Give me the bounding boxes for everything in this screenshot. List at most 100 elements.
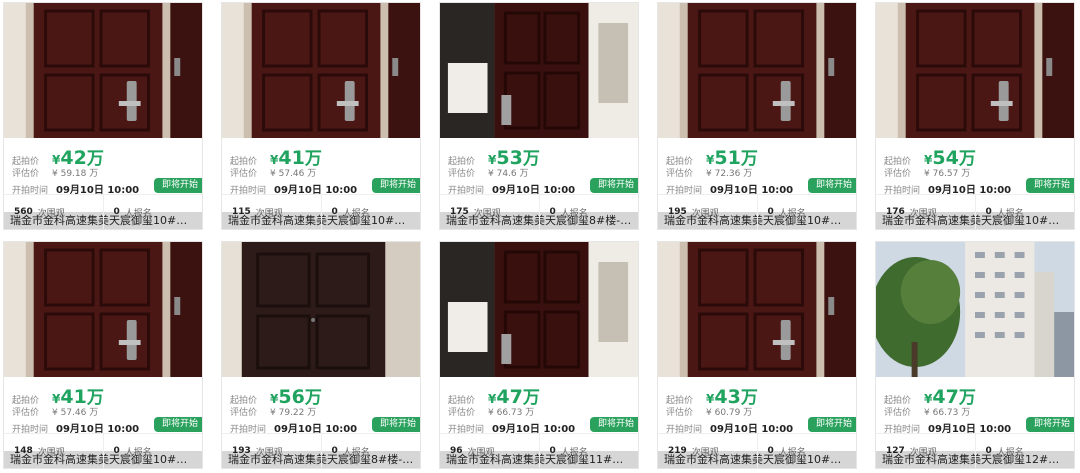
signups-label: 人报名 — [778, 447, 806, 458]
coming-soon-button[interactable]: 即将开始 — [153, 417, 202, 432]
signups-count: 0 — [113, 446, 120, 456]
currency-symbol: ¥ — [706, 392, 715, 406]
coming-soon-button[interactable]: 即将开始 — [807, 417, 856, 432]
currency-symbol: ¥ — [488, 153, 497, 167]
signups-stat: 0 人报名 — [102, 195, 203, 229]
start-price-row: 起拍价 ¥ 54 万 — [884, 144, 1066, 169]
coming-soon-button[interactable]: 即将开始 — [153, 178, 202, 193]
signups-count: 0 — [985, 207, 992, 217]
currency-symbol: ¥ — [52, 153, 61, 167]
views-count: 148 — [14, 446, 33, 456]
views-label: 次围观 — [255, 447, 283, 458]
signups-count: 0 — [549, 446, 556, 456]
signups-stat: 0 人报名 — [974, 195, 1075, 229]
listing-card[interactable]: 瑞金市金科高速集美天宸御玺8#楼-20… 起拍价 ¥ 53 万 评估价 ¥ 74… — [439, 2, 639, 230]
coming-soon-button[interactable]: 即将开始 — [1025, 417, 1074, 432]
signups-stat: 0 人报名 — [320, 195, 421, 229]
property-photo[interactable] — [4, 242, 202, 377]
start-price-row: 起拍价 ¥ 51 万 — [666, 144, 848, 169]
property-photo[interactable] — [222, 242, 420, 377]
coming-soon-button[interactable]: 即将开始 — [589, 417, 638, 432]
appraisal-value: ¥ 76.57 万 — [924, 169, 971, 179]
signups-label: 人报名 — [342, 208, 370, 219]
price-info: 起拍价 ¥ 53 万 评估价 ¥ 74.6 万 开拍时间 09月10日 10:0… — [440, 138, 638, 201]
currency-symbol: ¥ — [924, 153, 933, 167]
listing-card[interactable]: 瑞金市金科高速集美天宸御玺10#楼-2… 起拍价 ¥ 41 万 评估价 ¥ 57… — [3, 241, 203, 469]
coming-soon-button[interactable]: 即将开始 — [807, 178, 856, 193]
views-label: 次围观 — [909, 208, 937, 219]
listing-stats: 96 次围观 0 人报名 — [440, 433, 638, 468]
views-stat: 193 次围观 — [222, 434, 321, 468]
listing-card[interactable]: 瑞金市金科高速集美天宸御玺10#楼-2… 起拍价 ¥ 41 万 评估价 ¥ 57… — [221, 2, 421, 230]
views-label: 次围观 — [909, 447, 937, 458]
coming-soon-button[interactable]: 即将开始 — [1025, 178, 1074, 193]
coming-soon-button[interactable]: 即将开始 — [371, 417, 420, 432]
listing-stats: 193 次围观 0 人报名 — [222, 433, 420, 468]
listing-stats: 148 次围观 0 人报名 — [4, 433, 202, 468]
listing-card[interactable]: 瑞金市金科高速集美天宸御玺10#楼-2… 起拍价 ¥ 43 万 评估价 ¥ 60… — [657, 241, 857, 469]
start-price-row: 起拍价 ¥ 53 万 — [448, 144, 630, 169]
property-photo[interactable] — [440, 3, 638, 138]
property-photo[interactable] — [658, 3, 856, 138]
appraisal-label: 评估价 — [230, 169, 258, 179]
appraisal-value: ¥ 59.18 万 — [52, 169, 99, 179]
appraisal-value: ¥ 66.73 万 — [924, 408, 971, 418]
appraisal-label: 评估价 — [448, 169, 476, 179]
signups-stat: 0 人报名 — [320, 434, 421, 468]
property-photo[interactable] — [658, 242, 856, 377]
views-stat: 148 次围观 — [4, 434, 103, 468]
listing-stats: 560 次围观 0 人报名 — [4, 194, 202, 229]
listing-card[interactable]: 瑞金市金科高速集美天宸御玺11#楼-1… 起拍价 ¥ 47 万 评估价 ¥ 66… — [439, 241, 639, 469]
views-stat: 96 次围观 — [440, 434, 539, 468]
price-info: 起拍价 ¥ 42 万 评估价 ¥ 59.18 万 开拍时间 09月10日 10:… — [4, 138, 202, 201]
views-label: 次围观 — [473, 208, 501, 219]
listing-card[interactable]: 瑞金市金科高速集美天宸御玺10#楼-2… 起拍价 ¥ 54 万 评估价 ¥ 76… — [875, 2, 1075, 230]
signups-count: 0 — [331, 446, 338, 456]
views-stat: 115 次围观 — [222, 195, 321, 229]
signups-stat: 0 人报名 — [756, 434, 857, 468]
listing-card[interactable]: 瑞金市金科高速集美天宸御玺10#楼-2… 起拍价 ¥ 51 万 评估价 ¥ 72… — [657, 2, 857, 230]
appraisal-label: 评估价 — [230, 408, 258, 418]
signups-label: 人报名 — [996, 447, 1024, 458]
views-label: 次围观 — [467, 447, 495, 458]
appraisal-label: 评估价 — [448, 408, 476, 418]
currency-symbol: ¥ — [270, 392, 279, 406]
listing-card[interactable]: 瑞金市金科高速集美天宸御玺12#楼-1… 起拍价 ¥ 47 万 评估价 ¥ 66… — [875, 241, 1075, 469]
start-price-row: 起拍价 ¥ 56 万 — [230, 383, 412, 408]
views-count: 175 — [450, 207, 469, 217]
views-stat: 176 次围观 — [876, 195, 975, 229]
views-label: 次围观 — [37, 447, 65, 458]
start-price-row: 起拍价 ¥ 47 万 — [884, 383, 1066, 408]
coming-soon-button[interactable]: 即将开始 — [589, 178, 638, 193]
views-count: 127 — [886, 446, 905, 456]
views-count: 96 — [450, 446, 463, 456]
property-photo[interactable] — [222, 3, 420, 138]
listing-card[interactable]: 瑞金市金科高速集美天宸御玺8#楼-20… 起拍价 ¥ 56 万 评估价 ¥ 79… — [221, 241, 421, 469]
coming-soon-button[interactable]: 即将开始 — [371, 178, 420, 193]
appraisal-label: 评估价 — [884, 408, 912, 418]
price-info: 起拍价 ¥ 47 万 评估价 ¥ 66.73 万 开拍时间 09月10日 10:… — [876, 377, 1074, 440]
signups-label: 人报名 — [996, 208, 1024, 219]
currency-symbol: ¥ — [52, 392, 61, 406]
property-photo[interactable] — [4, 3, 202, 138]
signups-label: 人报名 — [778, 208, 806, 219]
appraisal-value: ¥ 57.46 万 — [270, 169, 317, 179]
property-photo[interactable] — [876, 242, 1074, 377]
views-stat: 175 次围观 — [440, 195, 539, 229]
price-info: 起拍价 ¥ 47 万 评估价 ¥ 66.73 万 开拍时间 09月10日 10:… — [440, 377, 638, 440]
signups-count: 0 — [331, 207, 338, 217]
price-info: 起拍价 ¥ 56 万 评估价 ¥ 79.22 万 开拍时间 09月10日 10:… — [222, 377, 420, 440]
appraisal-value: ¥ 72.36 万 — [706, 169, 753, 179]
price-info: 起拍价 ¥ 41 万 评估价 ¥ 57.46 万 开拍时间 09月10日 10:… — [222, 138, 420, 201]
signups-stat: 0 人报名 — [538, 195, 639, 229]
views-count: 195 — [668, 207, 687, 217]
views-count: 193 — [232, 446, 251, 456]
views-stat: 219 次围观 — [658, 434, 757, 468]
currency-symbol: ¥ — [488, 392, 497, 406]
property-photo[interactable] — [440, 242, 638, 377]
listing-card[interactable]: 瑞金市金科高速集美天宸御玺10#楼-1… 起拍价 ¥ 42 万 评估价 ¥ 59… — [3, 2, 203, 230]
currency-symbol: ¥ — [270, 153, 279, 167]
signups-label: 人报名 — [560, 208, 588, 219]
property-photo[interactable] — [876, 3, 1074, 138]
listing-stats: 175 次围观 0 人报名 — [440, 194, 638, 229]
